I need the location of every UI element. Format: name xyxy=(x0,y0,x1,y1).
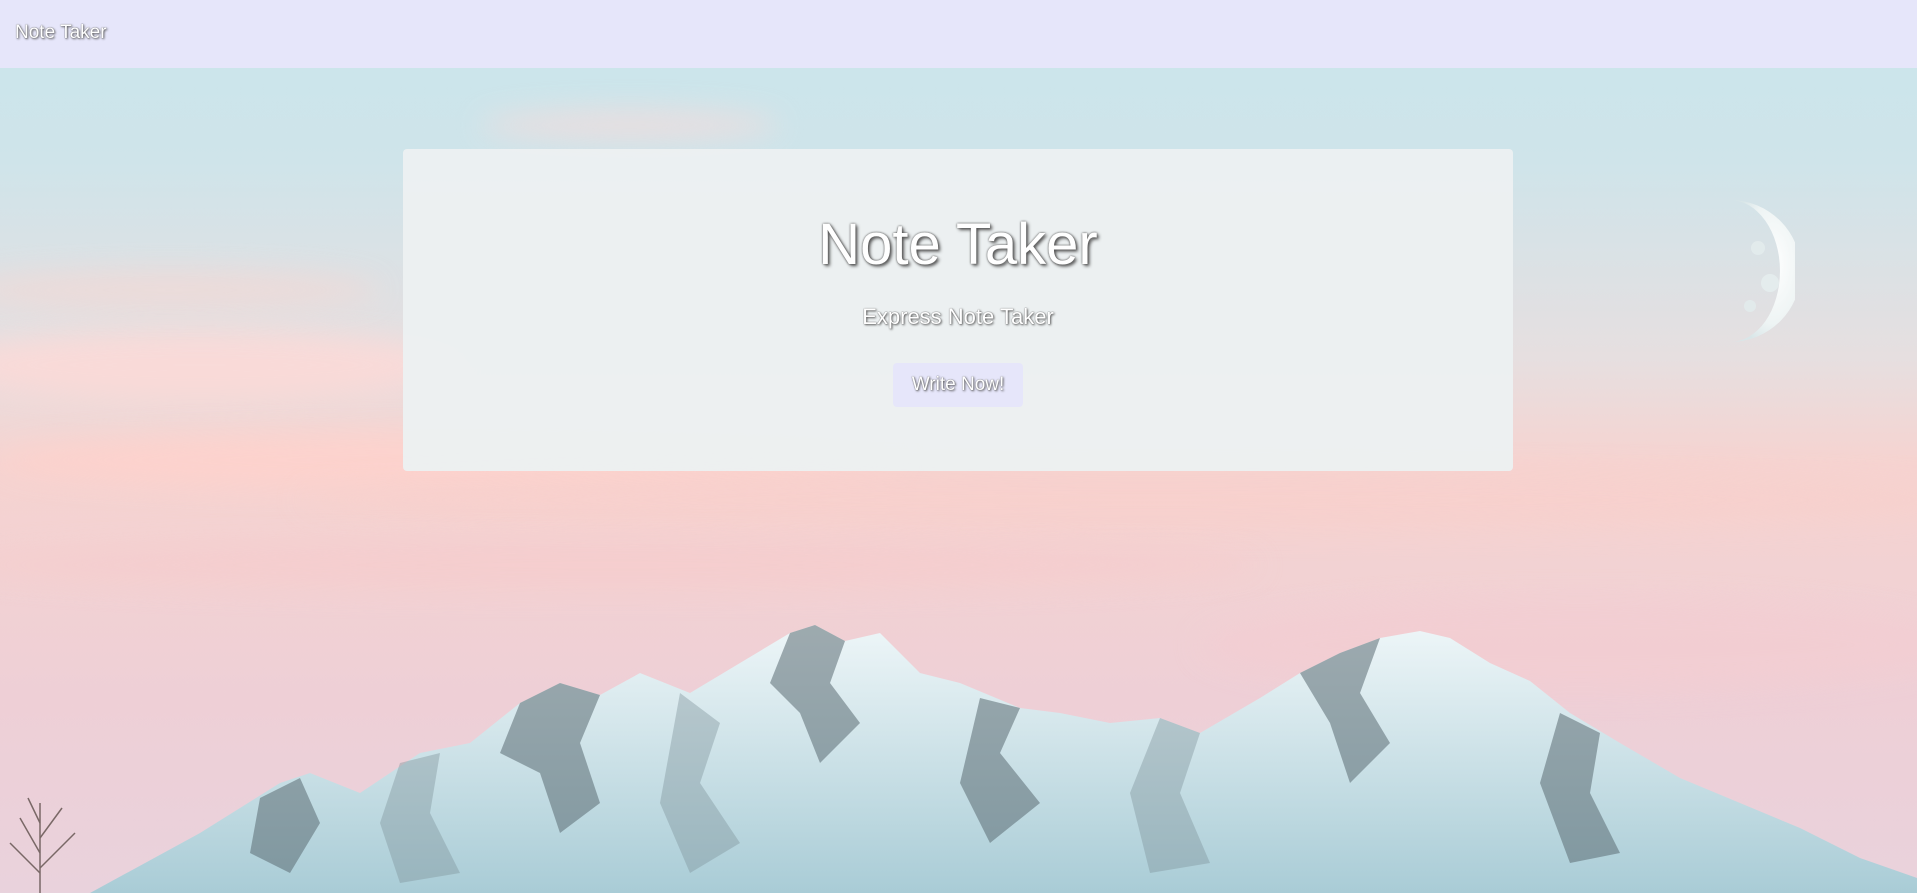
mountain-range-image xyxy=(9,625,1917,893)
navbar: Note Taker xyxy=(0,0,1917,68)
moon-icon xyxy=(1730,200,1795,342)
navbar-brand-link[interactable]: Note Taker xyxy=(15,22,107,44)
write-now-button[interactable]: Write Now! xyxy=(893,363,1023,407)
hero-card: Note Taker Express Note Taker Write Now! xyxy=(403,149,1513,471)
page-title: Note Taker xyxy=(818,212,1098,277)
page-subtitle: Express Note Taker xyxy=(862,304,1054,329)
